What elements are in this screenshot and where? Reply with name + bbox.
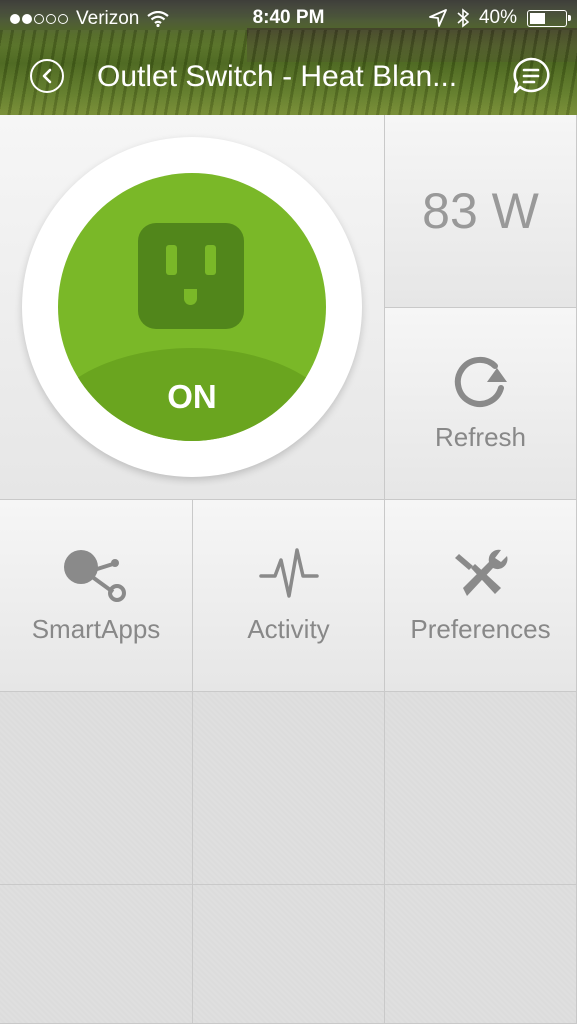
wrench-screwdriver-icon bbox=[454, 549, 507, 596]
switch-tile[interactable]: ON bbox=[0, 115, 385, 500]
smartapps-label: SmartApps bbox=[31, 614, 161, 644]
empty-tile bbox=[193, 692, 385, 885]
activity-pulse-icon bbox=[258, 548, 319, 598]
status-bar: Verizon 8:40 PM 40% bbox=[0, 0, 577, 36]
messages-button[interactable] bbox=[511, 57, 551, 95]
switch-state-label: ON bbox=[167, 378, 217, 415]
battery-percent: 40% bbox=[478, 7, 517, 28]
switch-button[interactable]: ON bbox=[22, 137, 362, 477]
power-value: 83 W bbox=[422, 183, 539, 239]
activity-label: Activity bbox=[247, 614, 330, 644]
refresh-label: Refresh bbox=[434, 422, 527, 452]
bluetooth-icon bbox=[457, 8, 469, 28]
back-circle-icon bbox=[42, 68, 52, 84]
preferences-tile[interactable]: Preferences bbox=[385, 500, 577, 692]
chat-bubble-icon bbox=[513, 57, 550, 94]
empty-tile bbox=[385, 885, 577, 1024]
refresh-tile[interactable]: Refresh bbox=[385, 308, 577, 500]
page-title: Outlet Switch - Heat Blan... bbox=[97, 60, 458, 93]
empty-tile bbox=[193, 885, 385, 1024]
switch-indicator: ON bbox=[58, 173, 326, 441]
back-button[interactable] bbox=[30, 59, 64, 93]
header: Verizon 8:40 PM 40% Outlet Switch - Heat… bbox=[0, 0, 577, 115]
smartapps-icon bbox=[64, 550, 126, 602]
empty-tile bbox=[385, 692, 577, 885]
nav-bar: Outlet Switch - Heat Blan... bbox=[0, 40, 577, 115]
empty-tile bbox=[0, 692, 193, 885]
preferences-label: Preferences bbox=[410, 614, 551, 644]
location-arrow-icon bbox=[429, 9, 447, 27]
empty-tile bbox=[0, 885, 193, 1024]
power-tile: 83 W bbox=[385, 115, 577, 308]
smartapps-tile[interactable]: SmartApps bbox=[0, 500, 193, 692]
battery-icon bbox=[527, 9, 571, 27]
refresh-icon bbox=[454, 357, 507, 407]
outlet-icon bbox=[138, 223, 244, 329]
activity-tile[interactable]: Activity bbox=[193, 500, 385, 692]
